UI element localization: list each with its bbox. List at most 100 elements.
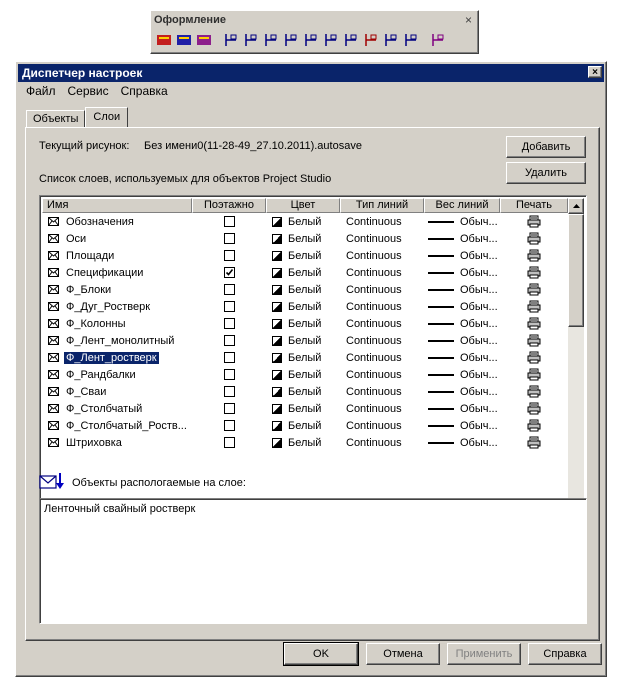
layer-color-cell[interactable]: Белый (266, 267, 340, 279)
table-row[interactable]: Ф_Столбчатый Белый Continuous Обыч... (42, 400, 568, 417)
table-row[interactable]: Ф_Столбчатый_Роств... Белый Continuous Обыч… (42, 417, 568, 434)
frame-icon[interactable] (321, 30, 340, 50)
per-floor-checkbox[interactable] (223, 437, 235, 448)
scroll-up-button[interactable] (568, 198, 584, 214)
per-floor-checkbox[interactable] (223, 352, 235, 363)
layer-linetype[interactable]: Continuous (340, 352, 424, 364)
delete-button[interactable]: Удалить (506, 162, 586, 184)
per-floor-checkbox[interactable] (223, 335, 235, 346)
col-print-header[interactable]: Печать (500, 198, 568, 213)
layer-lineweight-cell[interactable]: Обыч... (424, 267, 500, 279)
layer-lineweight-cell[interactable]: Обыч... (424, 403, 500, 415)
layer-linetype[interactable]: Continuous (340, 216, 424, 228)
leader-note-icon[interactable] (261, 30, 280, 50)
table-row[interactable]: Ф_Дуг_Ростверк Белый Continuous Обыч... (42, 298, 568, 315)
objects-on-layer-text[interactable]: Ленточный свайный ростверк (39, 498, 587, 624)
layer-linetype[interactable]: Continuous (340, 301, 424, 313)
printer-icon[interactable] (527, 351, 541, 364)
table-row[interactable]: Ф_Колонны Белый Continuous Обыч... (42, 315, 568, 332)
section-mark-icon[interactable] (341, 30, 360, 50)
printer-icon[interactable] (527, 402, 541, 415)
col-name-header[interactable]: Имя (42, 198, 192, 213)
layer-lineweight-cell[interactable]: Обыч... (424, 386, 500, 398)
printer-icon[interactable] (527, 334, 541, 347)
printer-icon[interactable] (527, 249, 541, 262)
layer-lineweight-cell[interactable]: Обыч... (424, 250, 500, 262)
layer-lineweight-cell[interactable]: Обыч... (424, 301, 500, 313)
menu-service[interactable]: Сервис (68, 84, 115, 98)
printer-icon[interactable] (527, 232, 541, 245)
layer-linetype[interactable]: Continuous (340, 250, 424, 262)
apply-button[interactable]: Применить (447, 643, 521, 665)
col-lineweight-header[interactable]: Вес линий (424, 198, 500, 213)
layer-settings-icon[interactable] (428, 30, 447, 50)
printer-icon[interactable] (527, 385, 541, 398)
printer-icon[interactable] (527, 419, 541, 432)
layer-linetype[interactable]: Continuous (340, 233, 424, 245)
per-floor-checkbox[interactable] (223, 301, 235, 312)
table-row[interactable]: Штриховка Белый Continuous Обыч... (42, 434, 568, 451)
tab-layers[interactable]: Слои (85, 107, 129, 127)
per-floor-checkbox[interactable] (223, 386, 235, 397)
layer-color-cell[interactable]: Белый (266, 369, 340, 381)
layer-color-cell[interactable]: Белый (266, 233, 340, 245)
layer-linetype[interactable]: Continuous (340, 369, 424, 381)
ok-button[interactable]: OK (283, 642, 359, 666)
layer-linetype[interactable]: Continuous (340, 386, 424, 398)
per-floor-checkbox[interactable] (223, 403, 235, 414)
layer-linetype[interactable]: Continuous (340, 284, 424, 296)
add-button[interactable]: Добавить (506, 136, 586, 158)
layers-manager-icon[interactable] (154, 30, 173, 50)
layer-color-cell[interactable]: Белый (266, 284, 340, 296)
view-mark-icon[interactable] (361, 30, 380, 50)
level-mark-icon[interactable] (301, 30, 320, 50)
layer-linetype[interactable]: Continuous (340, 437, 424, 449)
table-row[interactable]: Оси Белый Continuous Обыч... (42, 230, 568, 247)
scroll-thumb[interactable] (568, 214, 584, 327)
menu-help[interactable]: Справка (121, 84, 174, 98)
title-block-icon[interactable] (401, 30, 420, 50)
layer-lineweight-cell[interactable]: Обыч... (424, 369, 500, 381)
col-per-floor-header[interactable]: Поэтажно (192, 198, 266, 213)
table-row[interactable]: Обозначения Белый Continuous Обыч... (42, 213, 568, 230)
table-row[interactable]: Ф_Лент_монолитный Белый Continuous Обыч... (42, 332, 568, 349)
per-floor-checkbox[interactable] (223, 420, 235, 431)
col-linetype-header[interactable]: Тип линий (340, 198, 424, 213)
per-floor-checkbox[interactable] (223, 250, 235, 261)
layer-stack-icon[interactable] (194, 30, 213, 50)
layer-color-cell[interactable]: Белый (266, 420, 340, 432)
table-row[interactable]: Площади Белый Continuous Обыч... (42, 247, 568, 264)
layer-linetype[interactable]: Continuous (340, 420, 424, 432)
printer-icon[interactable] (527, 300, 541, 313)
table-row[interactable]: Спецификации Белый Continuous Обыч... (42, 264, 568, 281)
table-scrollbar[interactable] (568, 198, 584, 518)
layer-lineweight-cell[interactable]: Обыч... (424, 233, 500, 245)
layer-linetype[interactable]: Continuous (340, 403, 424, 415)
layer-lineweight-cell[interactable]: Обыч... (424, 335, 500, 347)
toolbar-close-button[interactable]: × (465, 13, 472, 27)
printer-icon[interactable] (527, 317, 541, 330)
layer-linetype[interactable]: Continuous (340, 335, 424, 347)
printer-icon[interactable] (527, 266, 541, 279)
per-floor-checkbox[interactable] (223, 318, 235, 329)
per-floor-checkbox[interactable] (223, 369, 235, 380)
table-row[interactable]: Ф_Лент_ростверк Белый Continuous Обыч... (42, 349, 568, 366)
layer-color-cell[interactable]: Белый (266, 318, 340, 330)
printer-icon[interactable] (527, 283, 541, 296)
layer-lineweight-cell[interactable]: Обыч... (424, 352, 500, 364)
layer-linetype[interactable]: Continuous (340, 267, 424, 279)
table-row[interactable]: Ф_Рандбалки Белый Continuous Обыч... (42, 366, 568, 383)
per-floor-checkbox[interactable] (223, 233, 235, 244)
table-row[interactable]: Ф_Блоки Белый Continuous Обыч... (42, 281, 568, 298)
per-floor-checkbox[interactable] (223, 216, 235, 227)
printer-icon[interactable] (527, 436, 541, 449)
layer-filter-icon[interactable] (174, 30, 193, 50)
cancel-button[interactable]: Отмена (366, 643, 440, 665)
layer-color-cell[interactable]: Белый (266, 250, 340, 262)
layer-color-cell[interactable]: Белый (266, 335, 340, 347)
layer-linetype[interactable]: Continuous (340, 318, 424, 330)
layer-lineweight-cell[interactable]: Обыч... (424, 284, 500, 296)
elevation-mark-icon[interactable] (241, 30, 260, 50)
help-button[interactable]: Справка (528, 643, 602, 665)
per-floor-checkbox[interactable] (223, 284, 235, 295)
